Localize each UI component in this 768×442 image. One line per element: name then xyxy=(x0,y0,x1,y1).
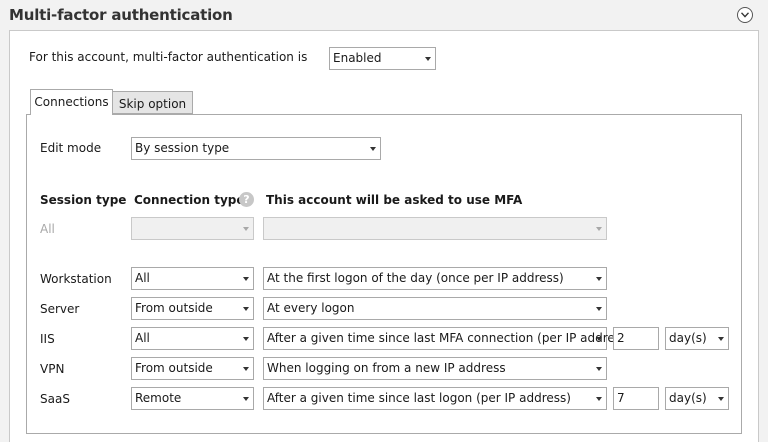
duration-input[interactable]: 7 xyxy=(613,387,659,410)
mfa-frequency-value: When logging on from a new IP address xyxy=(267,361,506,375)
connection-type-select[interactable]: From outside xyxy=(131,297,254,320)
connection-type-value: From outside xyxy=(135,301,213,315)
dropdown-arrow-icon xyxy=(718,337,724,341)
mfa-header: This account will be asked to use MFA xyxy=(266,193,523,207)
edit-mode-select[interactable]: By session type xyxy=(131,137,381,160)
session-type-label: Server xyxy=(40,302,80,316)
chevron-down-icon[interactable] xyxy=(737,7,753,23)
dropdown-arrow-icon xyxy=(425,57,431,61)
dropdown-arrow-icon xyxy=(718,397,724,401)
connection-type-select[interactable]: Remote xyxy=(131,387,254,410)
mfa-frequency-value: After a given time since last logon (per… xyxy=(267,391,571,405)
connection-type-value: Remote xyxy=(135,391,182,405)
dropdown-arrow-icon xyxy=(243,337,249,341)
session-type-header: Session type xyxy=(40,193,127,207)
mfa-frequency-value: At the first logon of the day (once per … xyxy=(267,271,564,285)
connection-type-select[interactable]: All xyxy=(131,327,254,350)
edit-mode-label: Edit mode xyxy=(40,141,102,155)
mfa-frequency-select[interactable]: After a given time since last MFA connec… xyxy=(263,327,632,350)
duration-unit-value: day(s) xyxy=(669,331,707,345)
connection-types-header: Connection types xyxy=(134,193,252,207)
tab-connections-label: Connections xyxy=(34,95,109,109)
connection-type-value: All xyxy=(135,271,150,285)
mfa-frequency-select[interactable]: After a given time since last logon (per… xyxy=(263,387,607,410)
duration-unit-value: day(s) xyxy=(669,391,707,405)
duration-unit-select[interactable]: day(s) xyxy=(665,327,729,350)
session-type-label: All xyxy=(40,222,55,236)
dropdown-arrow-icon xyxy=(243,227,249,231)
mfa-frequency-select[interactable]: At the first logon of the day (once per … xyxy=(263,267,607,290)
connection-type-value: From outside xyxy=(135,361,213,375)
section-title: Multi-factor authentication xyxy=(9,6,233,24)
connection-type-select[interactable]: From outside xyxy=(131,357,254,380)
dropdown-arrow-icon xyxy=(243,367,249,371)
tab-connections[interactable]: Connections xyxy=(30,89,113,115)
mfa-frequency-value: After a given time since last MFA connec… xyxy=(267,331,632,345)
duration-input[interactable]: 2 xyxy=(613,327,659,350)
connection-type-select[interactable]: All xyxy=(131,267,254,290)
dropdown-arrow-icon xyxy=(596,307,602,311)
session-type-label: SaaS xyxy=(40,392,70,406)
mfa-frequency-select[interactable]: At every logon xyxy=(263,297,607,320)
dropdown-arrow-icon xyxy=(596,277,602,281)
session-type-label: VPN xyxy=(40,362,65,376)
mfa-frequency-value: At every logon xyxy=(267,301,355,315)
account-mfa-label: For this account, multi-factor authentic… xyxy=(29,50,308,64)
duration-value: 7 xyxy=(617,391,625,405)
help-icon[interactable]: ? xyxy=(239,192,254,207)
duration-unit-select[interactable]: day(s) xyxy=(665,387,729,410)
edit-mode-value: By session type xyxy=(135,141,230,155)
dropdown-arrow-icon xyxy=(243,277,249,281)
section-header: Multi-factor authentication xyxy=(0,0,768,32)
mfa-status-value: Enabled xyxy=(333,51,382,65)
dropdown-arrow-icon xyxy=(596,337,602,341)
tab-skip-option-label: Skip option xyxy=(118,97,187,111)
connection-type-select xyxy=(131,217,254,240)
dropdown-arrow-icon xyxy=(596,367,602,371)
dropdown-arrow-icon xyxy=(596,227,602,231)
dropdown-arrow-icon xyxy=(243,397,249,401)
connection-type-value: All xyxy=(135,331,150,345)
session-type-label: Workstation xyxy=(40,272,112,286)
mfa-frequency-select xyxy=(263,217,607,240)
mfa-status-select[interactable]: Enabled xyxy=(329,47,436,70)
tab-skip-option[interactable]: Skip option xyxy=(113,91,193,114)
dropdown-arrow-icon xyxy=(596,397,602,401)
dropdown-arrow-icon xyxy=(243,307,249,311)
session-type-label: IIS xyxy=(40,332,55,346)
mfa-frequency-select[interactable]: When logging on from a new IP address xyxy=(263,357,607,380)
dropdown-arrow-icon xyxy=(370,147,376,151)
duration-value: 2 xyxy=(617,331,625,345)
